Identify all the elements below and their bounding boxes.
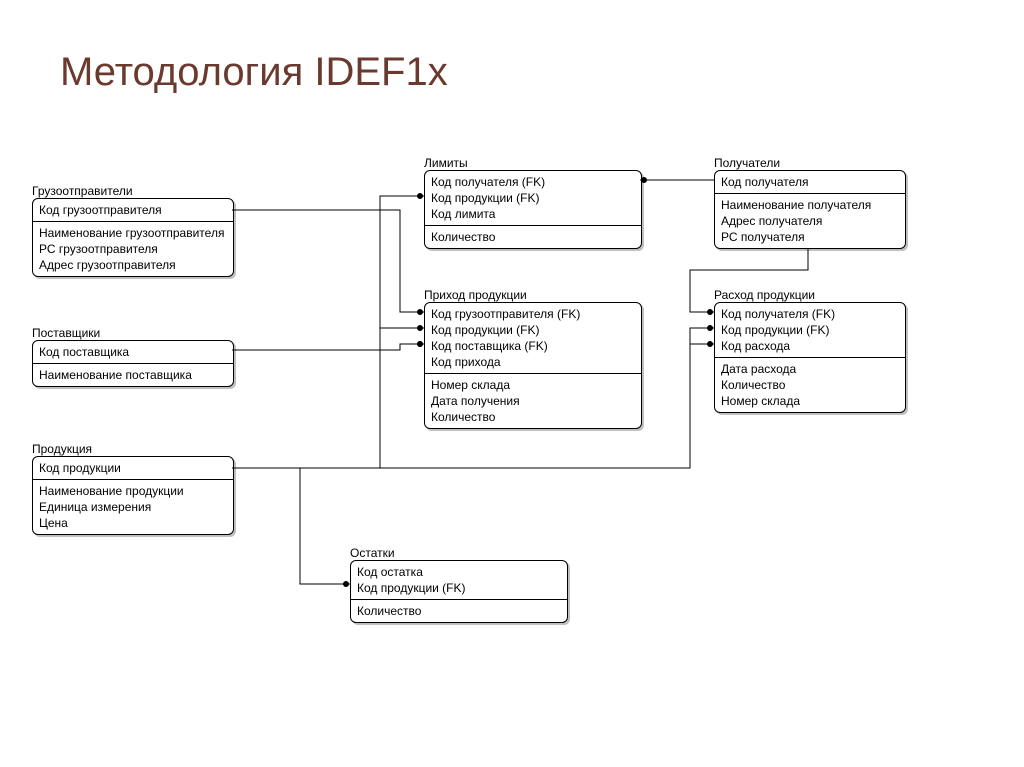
pk-field: Код грузоотправителя (FK) xyxy=(431,306,635,322)
pk-field: Код получателя (FK) xyxy=(431,174,635,190)
entity-pk: Код остатка Код продукции (FK) xyxy=(351,561,567,600)
pk-field: Код продукции (FK) xyxy=(357,580,561,596)
entity-incoming: Код грузоотправителя (FK) Код продукции … xyxy=(424,302,642,429)
entity-label-shippers: Грузоотправители xyxy=(32,184,133,198)
attr-field: Наименование поставщика xyxy=(39,367,227,383)
attr-field: Адрес получателя xyxy=(721,213,899,229)
entity-attrs: Наименование грузоотправителя РС грузоот… xyxy=(33,222,233,276)
entity-pk: Код получателя (FK) Код продукции (FK) К… xyxy=(425,171,641,226)
attr-field: Наименование продукции xyxy=(39,483,227,499)
entity-attrs: Дата расхода Количество Номер склада xyxy=(715,358,905,412)
entity-label-incoming: Приход продукции xyxy=(424,288,527,302)
attr-field: Цена xyxy=(39,515,227,531)
slide-title: Методология IDEF1x xyxy=(60,50,448,95)
entity-pk: Код грузоотправителя (FK) Код продукции … xyxy=(425,303,641,374)
pk-field: Код расхода xyxy=(721,338,899,354)
pk-field: Код поставщика xyxy=(39,344,227,360)
attr-field: РС грузоотправителя xyxy=(39,241,227,257)
pk-field: Код получателя (FK) xyxy=(721,306,899,322)
entity-attrs: Номер склада Дата получения Количество xyxy=(425,374,641,428)
pk-field: Код поставщика (FK) xyxy=(431,338,635,354)
entity-label-limits: Лимиты xyxy=(424,156,468,170)
attr-field: Количество xyxy=(431,229,635,245)
entity-pk: Код получателя xyxy=(715,171,905,194)
entity-attrs: Наименование продукции Единица измерения… xyxy=(33,480,233,534)
entity-attrs: Количество xyxy=(425,226,641,248)
attr-field: Дата получения xyxy=(431,393,635,409)
pk-field: Код лимита xyxy=(431,206,635,222)
entity-suppliers: Код поставщика Наименование поставщика xyxy=(32,340,234,387)
entity-attrs: Наименование поставщика xyxy=(33,364,233,386)
entity-pk: Код получателя (FK) Код продукции (FK) К… xyxy=(715,303,905,358)
attr-field: Количество xyxy=(357,603,561,619)
attr-field: Дата расхода xyxy=(721,361,899,377)
pk-field: Код продукции xyxy=(39,460,227,476)
entity-pk: Код продукции xyxy=(33,457,233,480)
pk-field: Код грузоотправителя xyxy=(39,202,227,218)
attr-field: Количество xyxy=(721,377,899,393)
pk-field: Код продукции (FK) xyxy=(431,322,635,338)
attr-field: Адрес грузоотправителя xyxy=(39,257,227,273)
entity-label-products: Продукция xyxy=(32,442,92,456)
pk-field: Код прихода xyxy=(431,354,635,370)
entity-attrs: Наименование получателя Адрес получателя… xyxy=(715,194,905,248)
attr-field: Номер склада xyxy=(721,393,899,409)
entity-attrs: Количество xyxy=(351,600,567,622)
attr-field: Наименование грузоотправителя xyxy=(39,225,227,241)
entity-outgoing: Код получателя (FK) Код продукции (FK) К… xyxy=(714,302,906,413)
entity-label-recipients: Получатели xyxy=(714,156,780,170)
attr-field: Номер склада xyxy=(431,377,635,393)
entity-limits: Код получателя (FK) Код продукции (FK) К… xyxy=(424,170,642,249)
entity-recipients: Код получателя Наименование получателя А… xyxy=(714,170,906,249)
attr-field: Наименование получателя xyxy=(721,197,899,213)
entity-pk: Код грузоотправителя xyxy=(33,199,233,222)
entity-label-remains: Остатки xyxy=(350,546,395,560)
entity-label-suppliers: Поставщики xyxy=(32,326,100,340)
attr-field: РС получателя xyxy=(721,229,899,245)
entity-shippers: Код грузоотправителя Наименование грузоо… xyxy=(32,198,234,277)
pk-field: Код продукции (FK) xyxy=(431,190,635,206)
entity-remains: Код остатка Код продукции (FK) Количеств… xyxy=(350,560,568,623)
entity-label-outgoing: Расход продукции xyxy=(714,288,815,302)
pk-field: Код получателя xyxy=(721,174,899,190)
attr-field: Единица измерения xyxy=(39,499,227,515)
pk-field: Код продукции (FK) xyxy=(721,322,899,338)
pk-field: Код остатка xyxy=(357,564,561,580)
entity-pk: Код поставщика xyxy=(33,341,233,364)
attr-field: Количество xyxy=(431,409,635,425)
entity-products: Код продукции Наименование продукции Еди… xyxy=(32,456,234,535)
